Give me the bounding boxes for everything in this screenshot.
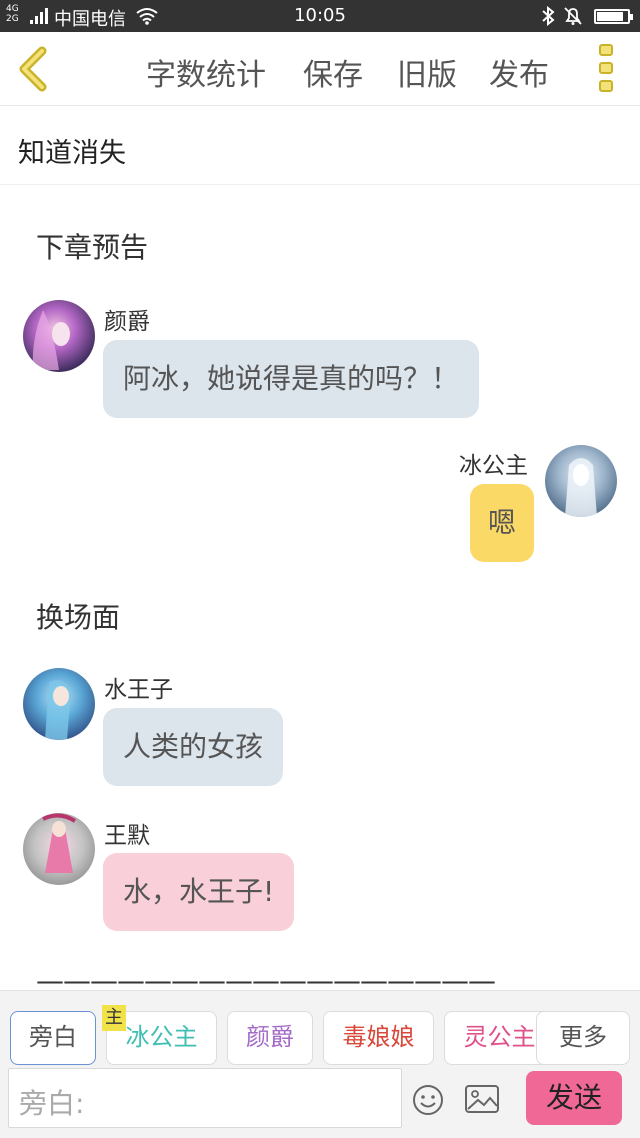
back-arrow-icon[interactable] [14,46,54,92]
role-selector-bar: 旁白 冰公主 主 颜爵 毒娘娘 灵公主 更多 旁白: 发送 [0,990,640,1138]
role-yanjue[interactable]: 颜爵 [227,1011,313,1065]
chapter-title[interactable]: 知道消失 [18,131,126,170]
divider-line: ————————————————— [36,964,496,990]
dialogue-input[interactable]: 旁白: [8,1068,402,1128]
message-bubble[interactable]: 水，水王子! [103,853,295,931]
chapter-title-row[interactable]: 知道消失 [0,107,640,185]
speaker-name: 颜爵 [104,309,150,335]
story-content[interactable]: 下章预告 颜爵 阿冰，她说得是真的吗？！ 冰公主 嗯 换场面 水王子 人类的女孩… [0,186,640,990]
avatar[interactable] [23,668,95,740]
mute-bell-icon [564,7,582,25]
send-button[interactable]: 发送 [526,1071,622,1125]
more-roles-button[interactable]: 更多 [536,1011,630,1065]
battery-level [597,12,623,21]
image-icon[interactable] [465,1084,499,1114]
speaker-name: 冰公主 [459,453,528,479]
word-count-button[interactable]: 字数统计 [146,50,266,94]
role-poison-queen[interactable]: 毒娘娘 [323,1011,434,1065]
avatar[interactable] [23,813,95,885]
role-narrator[interactable]: 旁白 [10,1011,96,1065]
speaker-name: 水王子 [104,677,173,703]
input-role-label: 旁白: [19,1087,85,1120]
more-menu-icon[interactable] [596,44,616,98]
publish-button[interactable]: 发布 [489,50,549,94]
battery-icon [594,9,633,24]
narration-text: 换场面 [36,601,121,634]
avatar[interactable] [23,300,95,372]
speaker-name: 王默 [104,823,150,849]
old-version-button[interactable]: 旧版 [397,50,457,94]
message-bubble[interactable]: 人类的女孩 [103,708,284,786]
message-bubble[interactable]: 嗯 [470,484,535,562]
main-role-badge: 主 [102,1005,126,1031]
narration-text: 下章预告 [36,231,149,264]
bluetooth-icon [542,6,555,26]
editor-toolbar: 字数统计 保存 旧版 发布 [0,32,640,106]
message-bubble[interactable]: 阿冰，她说得是真的吗？！ [103,340,480,418]
emoji-icon[interactable] [412,1084,444,1116]
save-button[interactable]: 保存 [303,50,363,94]
status-bar: 4G 2G 中国电信 10:05 [0,0,640,32]
avatar[interactable] [545,445,617,517]
